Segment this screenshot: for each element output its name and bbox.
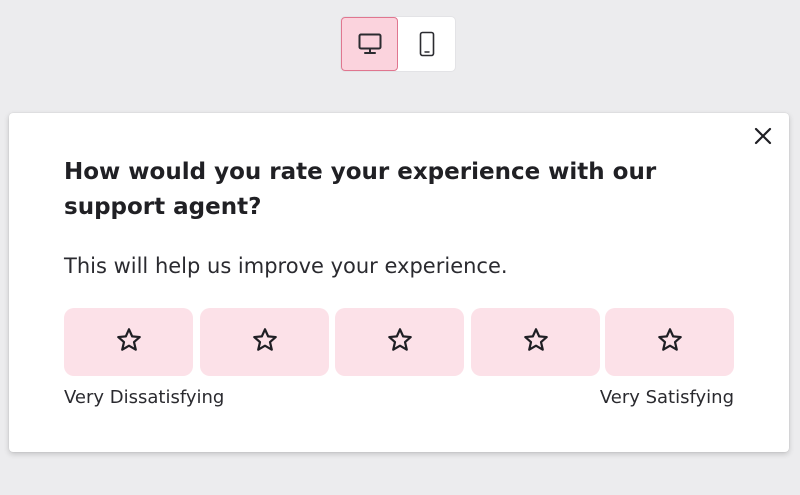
close-button[interactable] xyxy=(751,126,775,150)
survey-subtext: This will help us improve your experienc… xyxy=(64,254,508,278)
star-outline-icon xyxy=(656,326,684,358)
low-rating-label: Very Dissatisfying xyxy=(64,387,225,408)
high-rating-label: Very Satisfying xyxy=(599,387,734,408)
star-outline-icon xyxy=(386,326,414,358)
rating-button-5[interactable] xyxy=(605,308,734,376)
star-outline-icon xyxy=(522,326,550,358)
rating-button-4[interactable] xyxy=(471,308,600,376)
rating-survey-card: How would you rate your experience with … xyxy=(9,113,789,452)
star-outline-icon xyxy=(251,326,279,358)
star-outline-icon xyxy=(115,326,143,358)
close-icon xyxy=(754,127,772,149)
desktop-view-button[interactable] xyxy=(341,17,398,71)
mobile-icon xyxy=(419,31,435,57)
desktop-icon xyxy=(358,33,382,55)
rating-button-2[interactable] xyxy=(200,308,329,376)
mobile-view-button[interactable] xyxy=(398,17,455,71)
rating-button-1[interactable] xyxy=(64,308,193,376)
rating-scale xyxy=(64,308,734,376)
survey-question: How would you rate your experience with … xyxy=(64,159,657,220)
rating-button-3[interactable] xyxy=(335,308,464,376)
device-preview-toggle xyxy=(341,17,455,71)
